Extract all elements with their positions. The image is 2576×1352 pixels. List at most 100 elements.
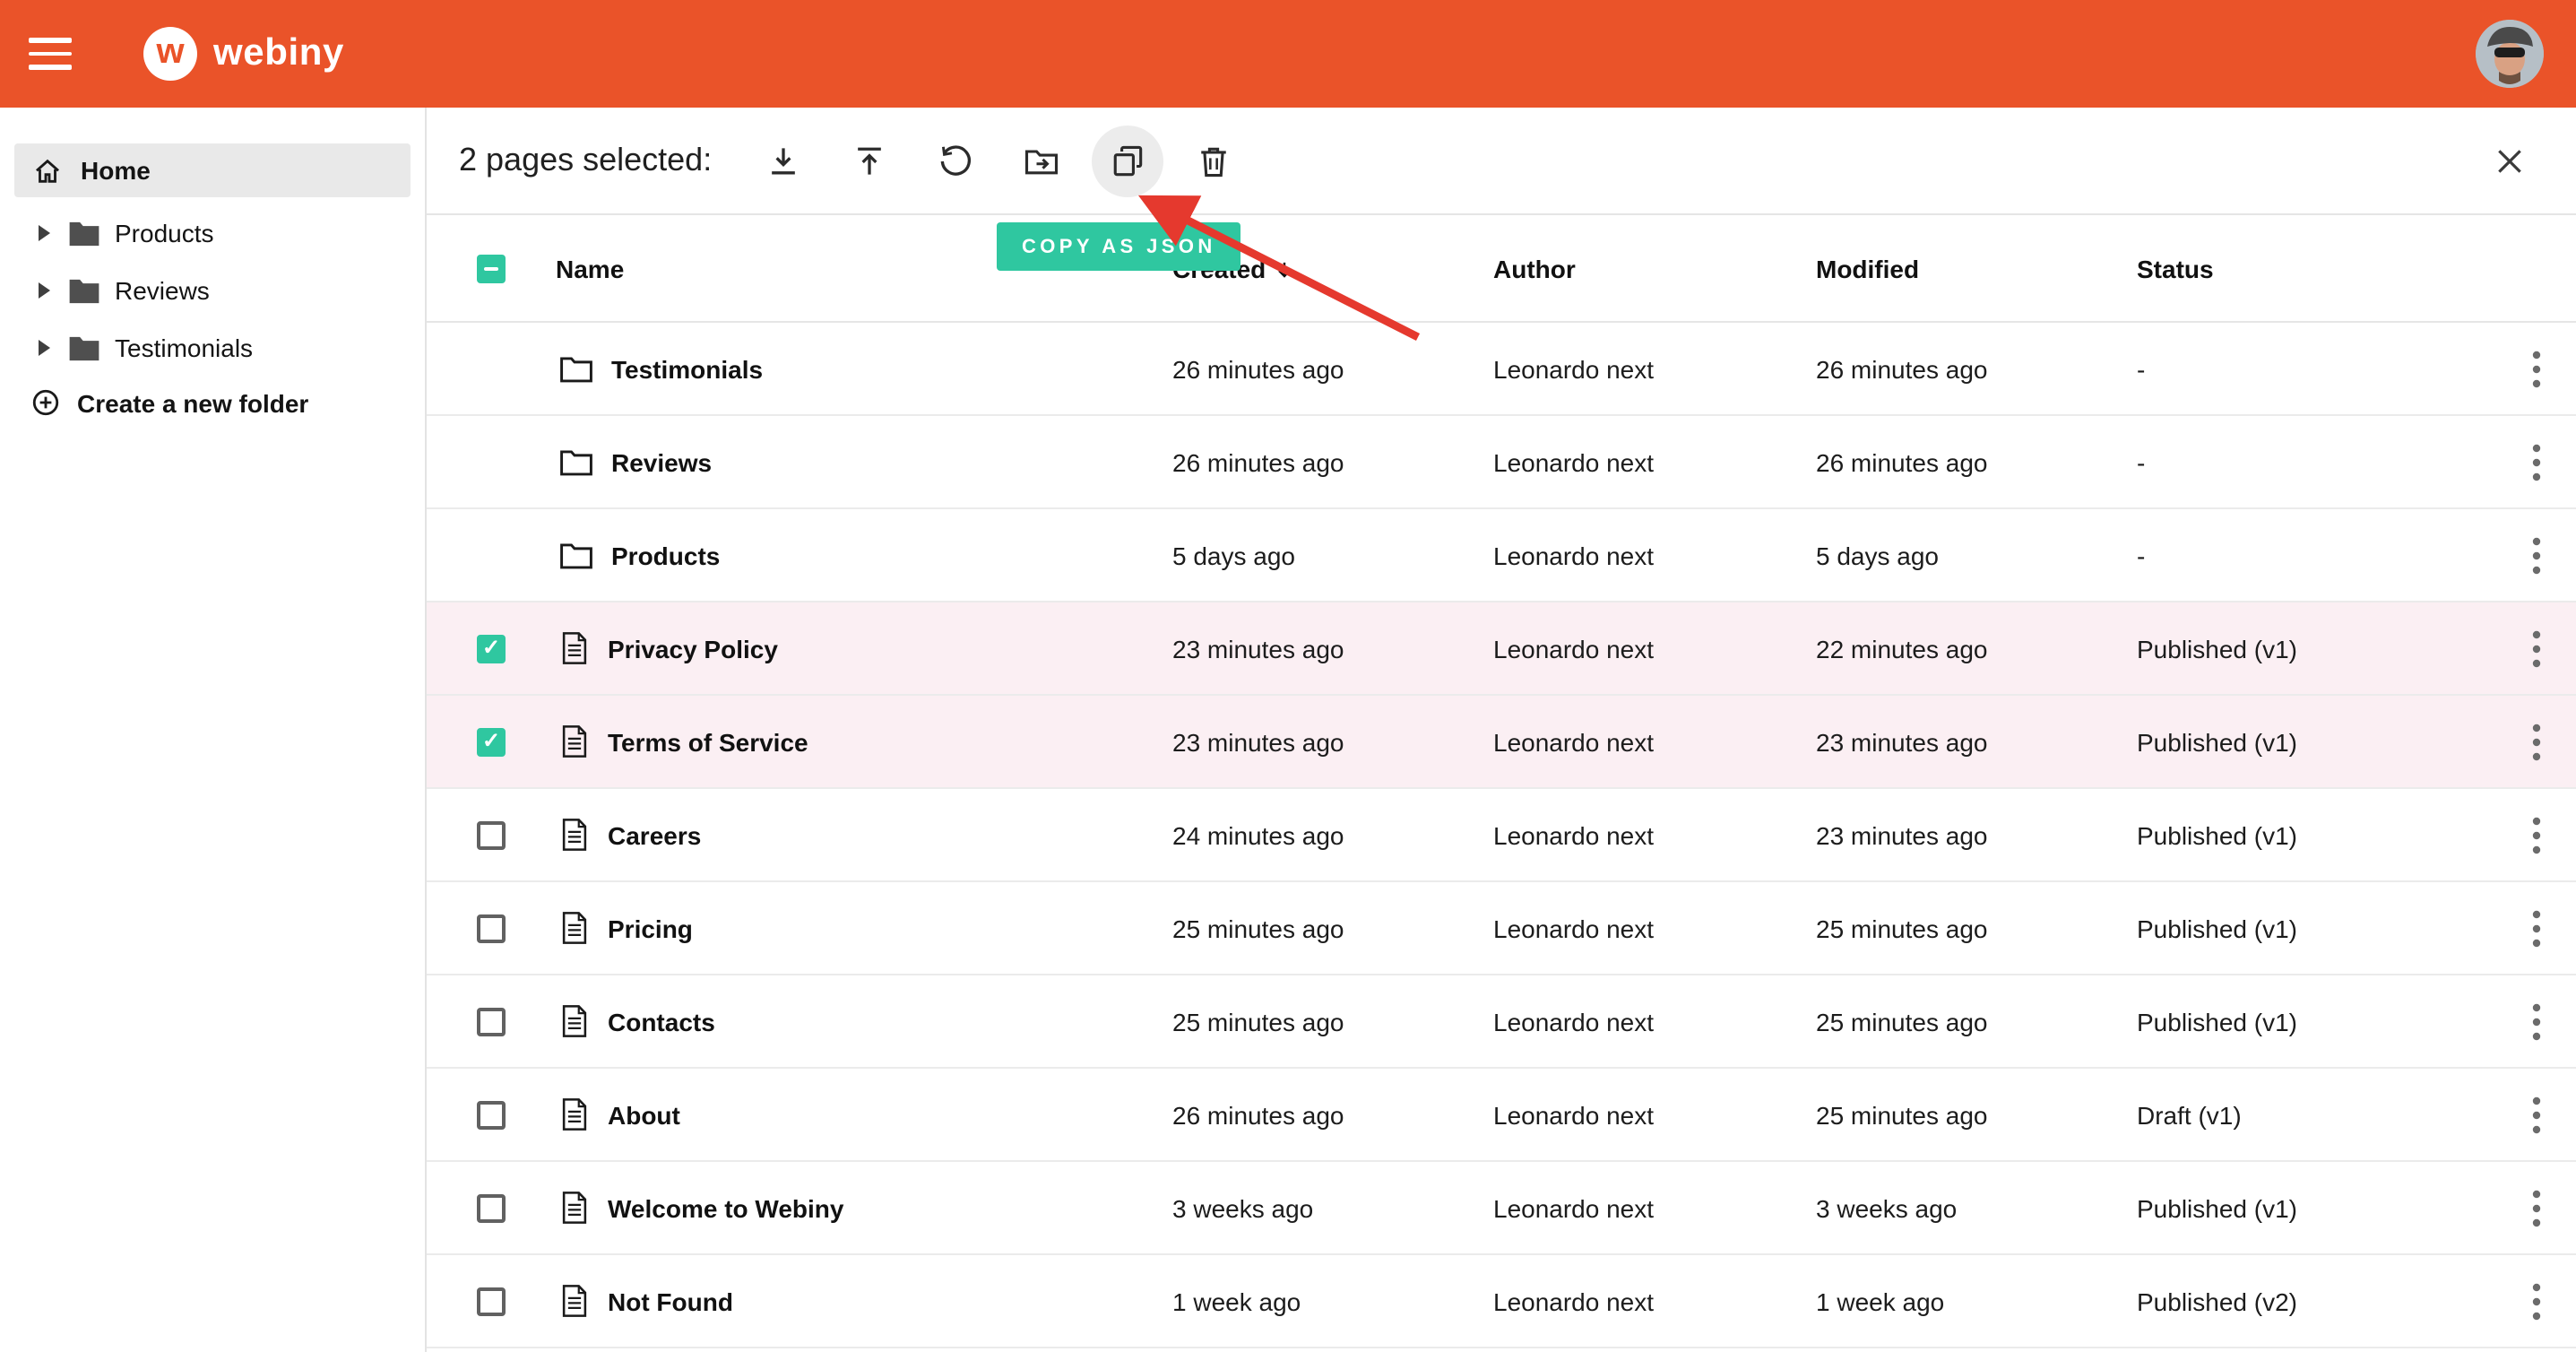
row-menu-icon[interactable] [2531, 535, 2542, 575]
row-author: Leonardo next [1493, 447, 1816, 476]
export-icon[interactable] [848, 139, 891, 182]
row-menu-icon[interactable] [2531, 1095, 2542, 1134]
table-header: Name Created Author Modified Status [427, 215, 2576, 323]
row-status: Published (v1) [2137, 727, 2497, 756]
row-menu-icon[interactable] [2531, 628, 2542, 668]
row-author: Leonardo next [1493, 541, 1816, 569]
table-row[interactable]: Products 5 days ago Leonardo next 5 days… [427, 509, 2576, 602]
row-checkbox[interactable] [477, 1007, 506, 1036]
table-row[interactable]: Terms of Service 23 minutes ago Leonardo… [427, 696, 2576, 789]
row-name[interactable]: Reviews [611, 447, 712, 476]
row-name[interactable]: Pricing [608, 914, 693, 942]
copy-icon[interactable] [1092, 125, 1163, 196]
row-checkbox[interactable] [477, 634, 506, 663]
row-author: Leonardo next [1493, 727, 1816, 756]
table-row[interactable]: Testimonials 26 minutes ago Leonardo nex… [427, 323, 2576, 416]
table-row[interactable]: Contacts 25 minutes ago Leonardo next 25… [427, 975, 2576, 1069]
expand-caret-icon[interactable] [36, 280, 54, 301]
download-icon[interactable] [762, 139, 805, 182]
selection-count-text: 2 pages selected: [459, 142, 712, 179]
row-checkbox[interactable] [477, 914, 506, 942]
row-status: Published (v1) [2137, 914, 2497, 942]
row-name[interactable]: Careers [608, 820, 701, 849]
row-status: Published (v1) [2137, 1007, 2497, 1036]
create-folder-button[interactable]: Create a new folder [0, 387, 425, 418]
row-menu-icon[interactable] [2531, 1001, 2542, 1041]
row-menu-icon[interactable] [2531, 815, 2542, 854]
row-created: 26 minutes ago [1172, 354, 1493, 383]
row-modified: 26 minutes ago [1816, 447, 2137, 476]
row-author: Leonardo next [1493, 1287, 1816, 1315]
row-checkbox[interactable] [477, 820, 506, 849]
row-menu-icon[interactable] [2531, 442, 2542, 481]
row-checkbox[interactable] [477, 1193, 506, 1222]
page-icon [559, 818, 590, 852]
brand-wordmark: webiny [213, 32, 344, 75]
restore-icon[interactable] [934, 139, 977, 182]
create-folder-label: Create a new folder [77, 388, 308, 417]
sidebar-item-testimonials[interactable]: Testimonials [0, 319, 425, 377]
page-icon [559, 631, 590, 665]
row-modified: 1 week ago [1816, 1287, 2137, 1315]
row-menu-icon[interactable] [2531, 908, 2542, 948]
sidebar-item-label: Reviews [115, 276, 210, 305]
row-name[interactable]: Not Found [608, 1287, 733, 1315]
row-name[interactable]: Testimonials [611, 354, 763, 383]
toolbar-actions [762, 125, 1235, 196]
sidebar-item-reviews[interactable]: Reviews [0, 262, 425, 319]
column-header-name[interactable]: Name [556, 254, 624, 282]
move-to-folder-icon[interactable] [1020, 139, 1063, 182]
table-row[interactable]: Privacy Policy 23 minutes ago Leonardo n… [427, 602, 2576, 696]
folder-icon [68, 220, 100, 247]
row-menu-icon[interactable] [2531, 1188, 2542, 1227]
row-menu-icon[interactable] [2531, 722, 2542, 761]
row-name[interactable]: Contacts [608, 1007, 715, 1036]
row-created: 1 week ago [1172, 1287, 1493, 1315]
row-name[interactable]: About [608, 1100, 680, 1129]
row-created: 23 minutes ago [1172, 727, 1493, 756]
row-name[interactable]: Welcome to Webiny [608, 1193, 843, 1222]
table-row[interactable]: Careers 24 minutes ago Leonardo next 23 … [427, 789, 2576, 882]
column-header-modified[interactable]: Modified [1816, 254, 1919, 282]
table-row[interactable]: Not Found 1 week ago Leonardo next 1 wee… [427, 1255, 2576, 1348]
row-created: 3 weeks ago [1172, 1193, 1493, 1222]
expand-caret-icon[interactable] [36, 222, 54, 244]
sidebar-item-home[interactable]: Home [14, 143, 411, 197]
sort-desc-icon[interactable] [1273, 257, 1296, 281]
row-created: 24 minutes ago [1172, 820, 1493, 849]
table-row[interactable]: Welcome to Webiny 3 weeks ago Leonardo n… [427, 1162, 2576, 1255]
close-icon[interactable] [2488, 139, 2531, 182]
home-icon [32, 155, 63, 186]
row-status: Published (v1) [2137, 1193, 2497, 1222]
column-header-status[interactable]: Status [2137, 254, 2214, 282]
delete-icon[interactable] [1192, 139, 1235, 182]
row-status: Published (v1) [2137, 820, 2497, 849]
row-checkbox[interactable] [477, 1287, 506, 1315]
top-bar: w webiny [0, 0, 2576, 108]
row-author: Leonardo next [1493, 634, 1816, 663]
table-row[interactable]: Pricing 25 minutes ago Leonardo next 25 … [427, 882, 2576, 975]
sidebar-item-label: Home [81, 156, 151, 185]
user-avatar[interactable] [2476, 20, 2544, 88]
row-menu-icon[interactable] [2531, 349, 2542, 388]
selection-toolbar: 2 pages selected: [427, 108, 2576, 215]
expand-caret-icon[interactable] [36, 337, 54, 359]
copy-as-json-tooltip: COPY AS JSON [997, 222, 1241, 271]
row-created: 25 minutes ago [1172, 914, 1493, 942]
row-name[interactable]: Products [611, 541, 720, 569]
row-checkbox[interactable] [477, 1100, 506, 1129]
row-name[interactable]: Terms of Service [608, 727, 808, 756]
brand[interactable]: w webiny [143, 27, 344, 81]
column-header-author[interactable]: Author [1493, 254, 1576, 282]
row-name[interactable]: Privacy Policy [608, 634, 778, 663]
row-author: Leonardo next [1493, 820, 1816, 849]
sidebar: Home Products Reviews [0, 108, 427, 1352]
table-row[interactable]: About 26 minutes ago Leonardo next 25 mi… [427, 1069, 2576, 1162]
select-all-checkbox[interactable] [477, 254, 506, 282]
folder-icon [559, 354, 593, 383]
sidebar-item-products[interactable]: Products [0, 204, 425, 262]
hamburger-menu-icon[interactable] [29, 38, 72, 70]
row-checkbox[interactable] [477, 727, 506, 756]
row-menu-icon[interactable] [2531, 1281, 2542, 1321]
table-row[interactable]: Reviews 26 minutes ago Leonardo next 26 … [427, 416, 2576, 509]
